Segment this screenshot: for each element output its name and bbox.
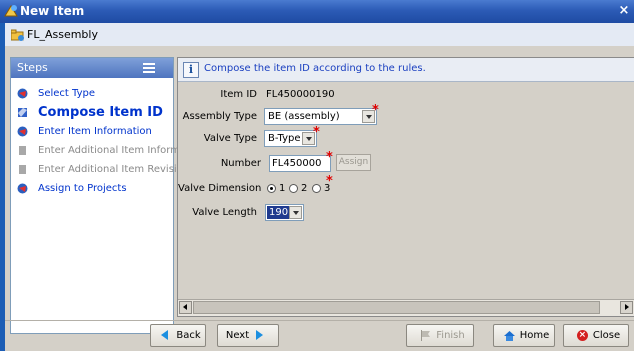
new-item-icon (4, 5, 18, 17)
home-icon (503, 331, 515, 341)
required-marker: * (372, 103, 379, 118)
horizontal-scrollbar[interactable] (178, 299, 634, 316)
radio-label: 2 (301, 183, 308, 194)
required-marker: * (326, 150, 333, 165)
radio-unselected-icon[interactable] (289, 184, 298, 193)
step-done-icon (17, 88, 28, 98)
compose-item-id-panel: i Compose the item ID according to the r… (177, 57, 634, 317)
step-label: Enter Item Information (38, 125, 152, 137)
window-title: New Item (20, 4, 85, 18)
finish-label: Finish (436, 330, 465, 341)
home-button[interactable]: Home (493, 324, 555, 347)
valve-type-value: B-Type (268, 133, 301, 144)
footer-divider (5, 320, 634, 321)
assign-button: Assign (336, 154, 371, 171)
valve-length-value: 190 (267, 206, 291, 219)
back-label: Back (176, 330, 201, 341)
assembly-type-value: BE (assembly) (268, 111, 340, 122)
item-id-value: FL450000190 (266, 89, 335, 100)
valve-length-label: Valve Length (192, 207, 257, 218)
valve-dimension-option-1[interactable]: 1 (267, 183, 285, 194)
number-input[interactable] (270, 156, 330, 171)
step-current-icon (18, 107, 27, 117)
finish-flag-icon (421, 330, 431, 341)
assembly-folder-icon (11, 29, 24, 41)
number-field[interactable] (269, 155, 331, 172)
required-marker: * (326, 174, 333, 189)
step-select-type[interactable]: Select Type (17, 85, 95, 101)
scroll-right-icon[interactable] (620, 301, 633, 314)
radio-label: 1 (279, 183, 286, 194)
finish-button: Finish (406, 324, 474, 347)
step-assign-to-projects[interactable]: Assign to Projects (17, 180, 127, 196)
steps-header: Steps (11, 58, 173, 78)
number-label: Number (220, 158, 261, 169)
next-label: Next (225, 330, 250, 341)
step-enter-additional-item-information: Enter Additional Item Inform (17, 142, 180, 158)
radio-unselected-icon[interactable] (312, 184, 321, 193)
close-label: Close (592, 330, 621, 341)
arrow-right-icon (254, 330, 265, 341)
valve-dimension-label: Valve Dimension (178, 183, 262, 194)
close-icon: × (576, 330, 588, 341)
scroll-left-icon[interactable] (179, 301, 192, 314)
list-icon[interactable] (143, 63, 155, 73)
valve-type-label: Valve Type (203, 133, 257, 144)
context-item-name: FL_Assembly (27, 28, 98, 41)
step-label: Select Type (38, 87, 95, 99)
steps-title: Steps (17, 61, 48, 74)
info-bar: i Compose the item ID according to the r… (178, 58, 634, 82)
chevron-down-icon[interactable] (289, 206, 302, 219)
valve-type-select[interactable]: B-Type (264, 130, 317, 147)
item-id-label: Item ID (220, 89, 257, 100)
step-disabled-icon (19, 164, 26, 174)
info-message: Compose the item ID according to the rul… (204, 63, 426, 74)
required-marker: * (313, 125, 320, 140)
step-label: Enter Additional Item Revisic (38, 163, 183, 175)
assembly-type-label: Assembly Type (182, 111, 257, 122)
close-button[interactable]: × Close (563, 324, 629, 347)
home-label: Home (519, 330, 550, 341)
window-titlebar: New Item × (0, 0, 634, 23)
back-button[interactable]: Back (150, 324, 206, 347)
next-button[interactable]: Next (217, 324, 279, 347)
step-enter-additional-item-revision: Enter Additional Item Revisic (17, 161, 182, 177)
arrow-left-icon (160, 330, 171, 341)
step-compose-item-id[interactable]: Compose Item ID (17, 104, 163, 120)
step-todo-icon (17, 126, 28, 136)
info-icon: i (183, 62, 199, 78)
step-label: Compose Item ID (38, 104, 163, 120)
step-todo-icon (17, 183, 28, 193)
valve-length-select[interactable]: 190 (265, 204, 304, 221)
window-close-icon[interactable]: × (617, 4, 631, 18)
radio-selected-icon[interactable] (267, 184, 276, 193)
assembly-type-select[interactable]: BE (assembly) (264, 108, 377, 125)
step-enter-item-information[interactable]: Enter Item Information (17, 123, 152, 139)
step-disabled-icon (19, 145, 26, 155)
steps-panel: Steps Select Type Compose Item ID Enter … (10, 57, 182, 334)
context-bar: FL_Assembly (5, 23, 634, 47)
step-label: Assign to Projects (38, 182, 127, 194)
step-label: Enter Additional Item Inform (38, 144, 180, 156)
scrollbar-thumb[interactable] (193, 301, 600, 314)
valve-dimension-option-2[interactable]: 2 (289, 183, 307, 194)
